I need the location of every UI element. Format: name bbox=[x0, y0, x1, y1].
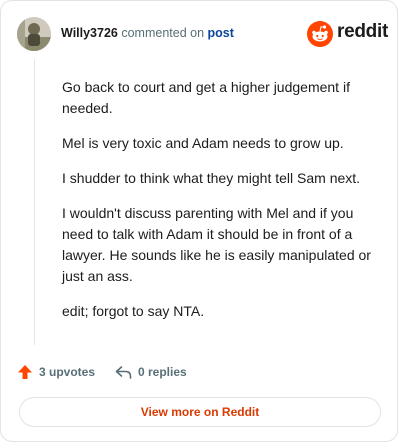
reddit-logo[interactable]: reddit bbox=[307, 19, 388, 49]
comment-embed-card: Willy3726 commented on post reddit Go ba… bbox=[0, 0, 398, 442]
upvote-button[interactable]: 3 upvotes bbox=[17, 361, 95, 383]
avatar[interactable] bbox=[17, 17, 51, 51]
comment-meta: Willy3726 commented on post bbox=[61, 26, 234, 40]
thread-line bbox=[34, 59, 35, 345]
commented-on-text: commented on bbox=[121, 26, 205, 40]
reply-count: 0 replies bbox=[138, 365, 187, 379]
reply-icon bbox=[115, 366, 132, 379]
upvote-arrow-icon bbox=[18, 365, 32, 379]
comment-paragraph: I shudder to think what they might tell … bbox=[62, 170, 361, 186]
comment-paragraph: I wouldn't discuss parenting with Mel an… bbox=[62, 205, 371, 284]
username-link[interactable]: Willy3726 bbox=[61, 26, 118, 40]
comment-paragraph: Go back to court and get a higher judgem… bbox=[62, 79, 350, 116]
reddit-wordmark: reddit bbox=[337, 21, 388, 42]
avatar-image bbox=[17, 17, 51, 51]
post-link[interactable]: post bbox=[208, 26, 234, 40]
comment-paragraph: edit; forgot to say NTA. bbox=[62, 303, 205, 319]
comment-paragraph: Mel is very toxic and Adam needs to grow… bbox=[62, 135, 344, 151]
reply-button[interactable]: 0 replies bbox=[115, 361, 187, 383]
reddit-logo-icon bbox=[307, 21, 333, 47]
comment-body: Go back to court and get a higher judgem… bbox=[62, 77, 372, 336]
view-more-on-reddit-button[interactable]: View more on Reddit bbox=[19, 397, 381, 427]
upvote-count: 3 upvotes bbox=[39, 365, 96, 379]
comment-header: Willy3726 commented on post reddit bbox=[17, 17, 388, 51]
